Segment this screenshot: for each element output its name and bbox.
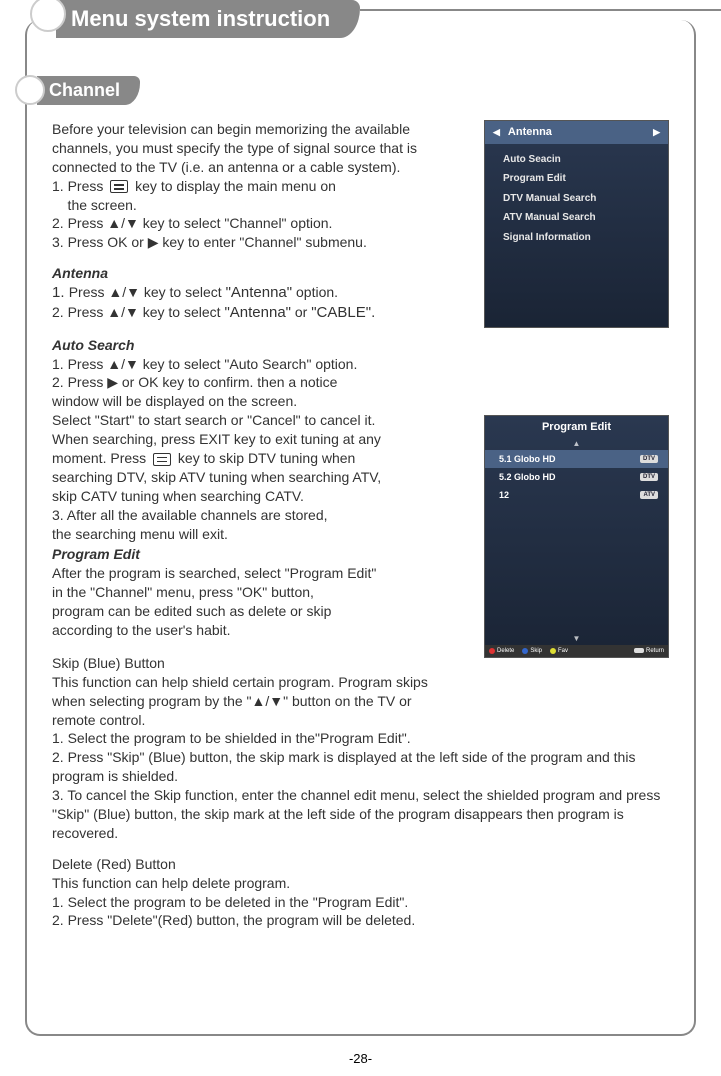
autosearch-title: Auto Search (52, 336, 669, 355)
header-line (360, 9, 721, 11)
red-dot-icon (489, 648, 495, 654)
page-frame: Channel Before your television can begin… (25, 20, 696, 1036)
sub-header-circle (15, 75, 45, 105)
intro-step2: 2. Press ▲/▼ key to select "Channel" opt… (52, 214, 472, 233)
intro-text: Before your television can begin memoriz… (52, 120, 472, 252)
intro-step3: 3. Press OK or ▶ key to enter "Channel" … (52, 233, 472, 252)
blue-dot-icon (522, 648, 528, 654)
dtv-badge: DTV (640, 473, 658, 481)
osd-item-auto[interactable]: Auto Seacin (485, 150, 668, 170)
main-header-title: Menu system instruction (56, 0, 360, 38)
up-arrow-icon: ▲ (485, 439, 668, 450)
delete-title: Delete (Red) Button (52, 855, 669, 874)
intro-step1: 1. Press key to display the main menu on (52, 177, 472, 196)
osd-channel-menu: ◀ Antenna ▶ Auto Seacin Program Edit DTV… (484, 120, 669, 328)
osd2-empty-area (485, 504, 668, 634)
intro-step1c: the screen. (52, 196, 472, 215)
menu-icon (153, 453, 171, 466)
triangle-left-icon: ◀ (493, 126, 500, 138)
yellow-dot-icon (550, 648, 556, 654)
triangle-right-icon: ▶ (653, 126, 660, 138)
osd2-title: Program Edit (485, 416, 668, 439)
ok-icon (634, 648, 644, 653)
footer-skip[interactable]: Skip (518, 645, 546, 657)
page-number: -28- (0, 1051, 721, 1066)
sub-header-title: Channel (37, 76, 140, 105)
osd2-row-2[interactable]: 5.2 Globo HD DTV (485, 468, 668, 486)
footer-fav[interactable]: Fav (546, 645, 572, 657)
osd-item-signal[interactable]: Signal Information (485, 228, 668, 248)
osd2-row-1[interactable]: 5.1 Globo HD DTV (485, 450, 668, 468)
dtv-badge: DTV (640, 455, 658, 463)
atv-badge: ATV (640, 491, 658, 499)
skip-section: Skip (Blue) Button This function can hel… (52, 654, 669, 843)
osd-item-progedit[interactable]: Program Edit (485, 169, 668, 189)
osd-selected-row[interactable]: ◀ Antenna ▶ (485, 121, 668, 144)
osd2-row-3[interactable]: 12 ATV (485, 486, 668, 504)
footer-delete[interactable]: Delete (485, 645, 518, 657)
down-arrow-icon: ▼ (485, 634, 668, 645)
osd-item-atv[interactable]: ATV Manual Search (485, 208, 668, 228)
footer-return[interactable]: Return (630, 645, 668, 657)
delete-section: Delete (Red) Button This function can he… (52, 855, 669, 931)
osd-program-edit: Program Edit ▲ 5.1 Globo HD DTV 5.2 Glob… (484, 415, 669, 658)
osd-item-dtv[interactable]: DTV Manual Search (485, 189, 668, 209)
osd-selected-label: Antenna (500, 125, 653, 140)
intro-p1: Before your television can begin memoriz… (52, 120, 472, 177)
menu-icon (110, 180, 128, 193)
osd2-footer: Delete Skip Fav Return (485, 645, 668, 657)
